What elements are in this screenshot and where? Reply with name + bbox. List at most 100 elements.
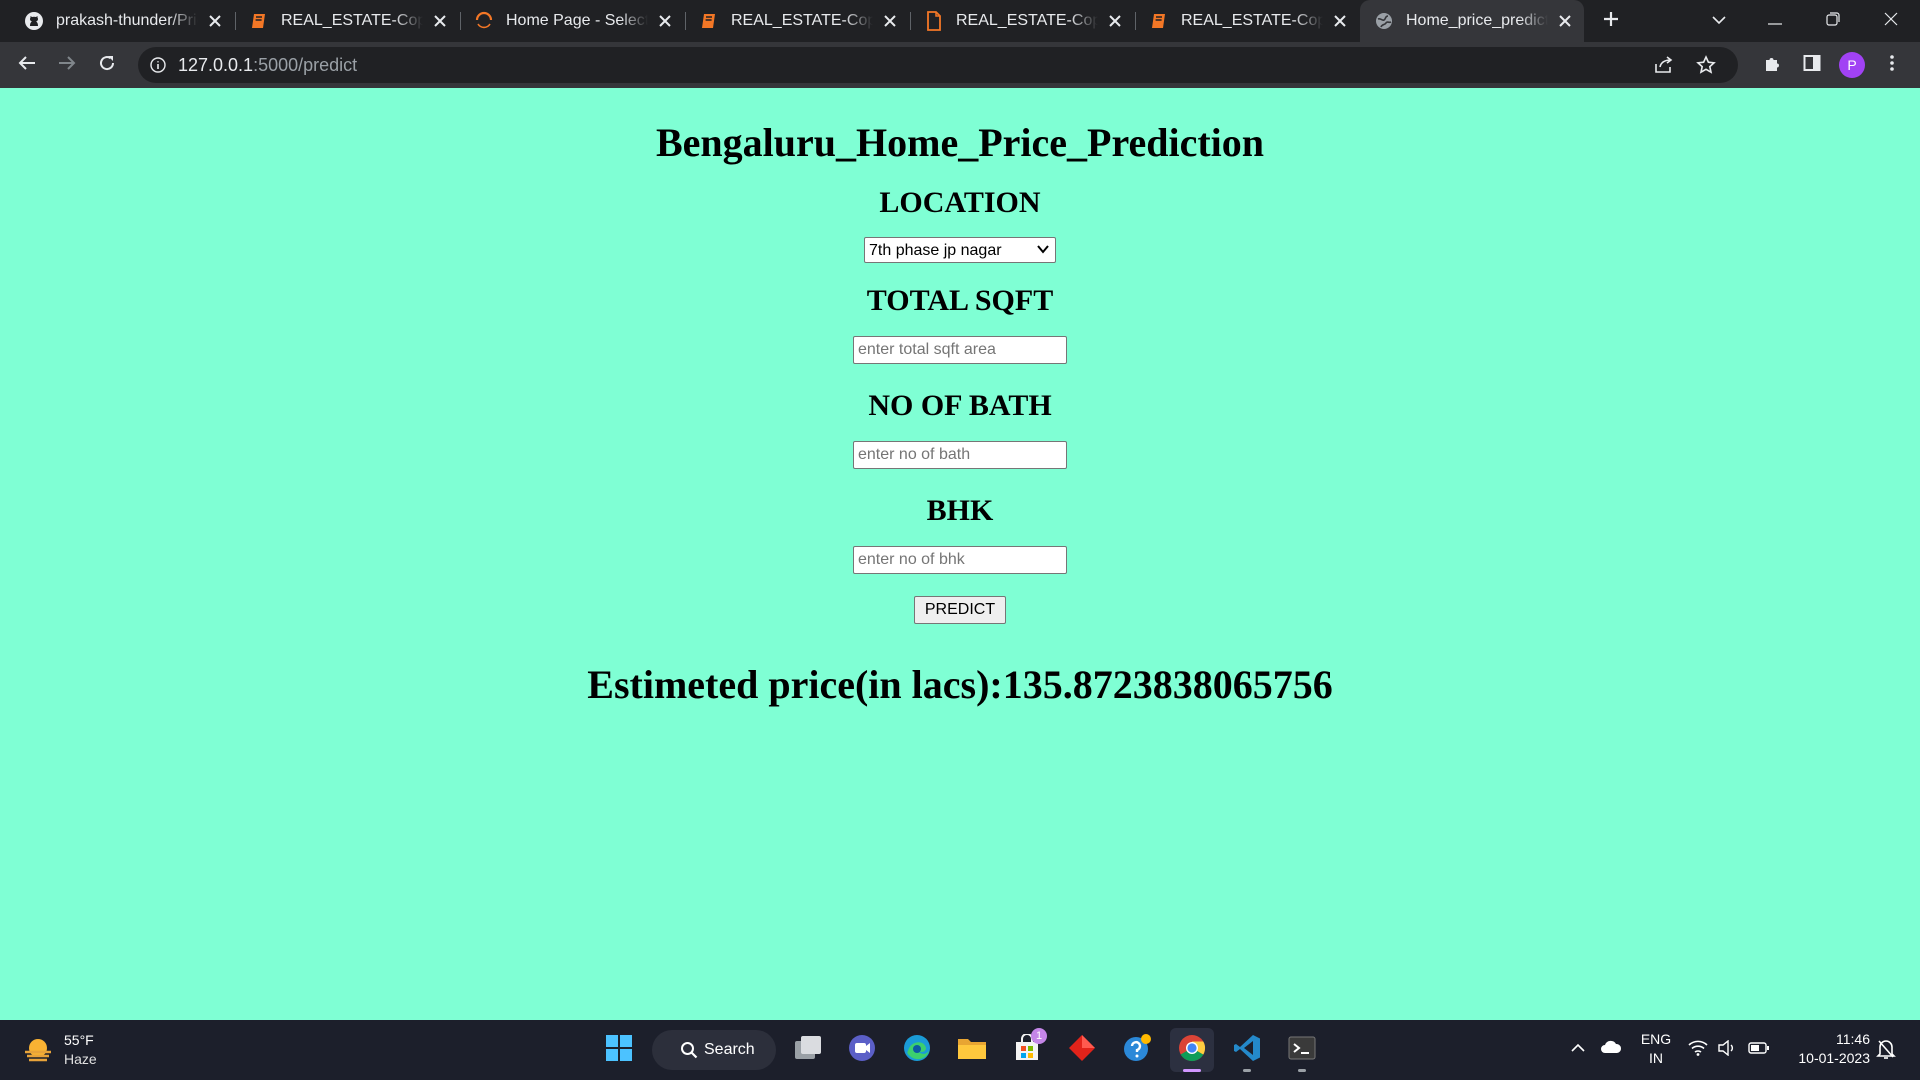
close-icon[interactable] — [1106, 12, 1124, 30]
tab-title: Home_price_predictio — [1406, 12, 1548, 29]
url-path: :5000/predict — [253, 54, 358, 75]
globe-icon — [1374, 11, 1394, 31]
clock-time: 11:46 — [1836, 1031, 1870, 1047]
side-panel-button[interactable] — [1794, 47, 1830, 83]
chevron-up-icon — [1570, 1040, 1586, 1058]
terminal-icon — [1288, 1036, 1316, 1065]
notification-badge: 1 — [1031, 1028, 1047, 1044]
predict-button[interactable]: PREDICT — [913, 596, 1007, 624]
sqft-label: TOTAL SQFT — [866, 284, 1054, 317]
cloud-icon — [1600, 1040, 1622, 1059]
new-tab-button[interactable] — [1588, 0, 1634, 42]
kebab-menu-icon — [1890, 54, 1894, 76]
weather-widget[interactable]: 55°F Haze — [22, 1030, 142, 1070]
bhk-row — [0, 545, 1920, 575]
app-button-red[interactable] — [1060, 1028, 1104, 1072]
tab-real-estate-2[interactable]: REAL_ESTATE-Copy1 - — [685, 0, 909, 42]
reload-icon — [98, 54, 116, 77]
close-icon[interactable] — [431, 12, 449, 30]
tab-title: REAL_ESTATE-Copy1 - — [1181, 12, 1323, 29]
language-top: ENG — [1640, 1031, 1672, 1047]
clock[interactable]: 11:46 10-01-2023 — [1786, 1030, 1870, 1070]
extensions-button[interactable] — [1754, 47, 1790, 83]
notifications-button[interactable] — [1876, 1038, 1896, 1065]
menu-button[interactable] — [1874, 47, 1910, 83]
tab-title: prakash-thunder/Price — [56, 12, 198, 29]
back-button[interactable] — [9, 47, 45, 83]
file-explorer-button[interactable] — [950, 1028, 994, 1072]
help-icon — [1122, 1033, 1152, 1068]
store-button[interactable]: 1 — [1005, 1028, 1049, 1072]
weather-desc: Haze — [64, 1051, 97, 1067]
tab-home-price-prediction[interactable]: Home_price_predictio — [1360, 0, 1584, 42]
jupyter-notebook-icon — [699, 11, 719, 31]
onedrive-button[interactable] — [1600, 1040, 1622, 1059]
plus-icon — [1602, 10, 1620, 33]
folder-icon — [957, 1035, 987, 1066]
jupyter-loading-icon — [474, 11, 494, 31]
browser-toolbar: 127.0.0.1:5000/predict P — [0, 42, 1920, 88]
tab-real-estate-file[interactable]: REAL_ESTATE-Copy1.i — [910, 0, 1134, 42]
weather-temp: 55°F — [64, 1032, 94, 1048]
share-icon[interactable] — [1654, 56, 1674, 74]
vscode-button[interactable] — [1225, 1028, 1269, 1072]
bhk-input[interactable] — [853, 546, 1067, 574]
taskbar-search[interactable]: Search — [652, 1030, 776, 1070]
restore-button[interactable] — [1810, 0, 1856, 42]
info-icon[interactable] — [150, 57, 166, 73]
task-view-icon — [794, 1035, 822, 1066]
active-indicator — [1183, 1069, 1201, 1072]
red-diamond-app-icon — [1068, 1034, 1096, 1067]
close-icon[interactable] — [1556, 12, 1574, 30]
close-icon[interactable] — [881, 12, 899, 30]
address-bar[interactable]: 127.0.0.1:5000/predict — [138, 47, 1738, 83]
close-icon[interactable] — [656, 12, 674, 30]
star-icon[interactable] — [1696, 55, 1716, 75]
tab-real-estate-3[interactable]: REAL_ESTATE-Copy1 - — [1135, 0, 1359, 42]
edge-button[interactable] — [895, 1028, 939, 1072]
avatar: P — [1839, 52, 1865, 78]
sqft-input[interactable] — [853, 336, 1067, 364]
tab-title: Home Page - Select o — [506, 12, 648, 29]
location-select[interactable]: 7th phase jp nagar — [864, 237, 1056, 263]
terminal-button[interactable] — [1280, 1028, 1324, 1072]
restore-icon — [1826, 11, 1840, 31]
github-icon — [24, 11, 44, 31]
chrome-button[interactable] — [1170, 1028, 1214, 1072]
teams-chat-button[interactable] — [840, 1028, 884, 1072]
file-icon — [924, 11, 944, 31]
jupyter-notebook-icon — [249, 11, 269, 31]
close-icon[interactable] — [206, 12, 224, 30]
arrow-left-icon — [18, 55, 36, 76]
tab-search-button[interactable] — [1696, 0, 1742, 42]
page-title: Bengaluru_Home_Price_Prediction — [655, 120, 1265, 165]
page-content: Bengaluru_Home_Price_Prediction LOCATION… — [0, 88, 1920, 1020]
start-button[interactable] — [597, 1028, 641, 1072]
tab-title: REAL_ESTATE-Copy1 - — [281, 12, 423, 29]
window-close-button[interactable] — [1868, 0, 1914, 42]
volume-icon — [1718, 1040, 1736, 1056]
tray-overflow-button[interactable] — [1570, 1040, 1586, 1058]
bath-input[interactable] — [853, 441, 1067, 469]
url-host: 127.0.0.1 — [178, 54, 254, 75]
minimize-button[interactable] — [1752, 0, 1798, 42]
predict-row: PREDICT — [0, 595, 1920, 625]
windows-logo-icon — [605, 1034, 633, 1067]
tab-strip: prakash-thunder/Price REAL_ESTATE-Copy1 … — [0, 0, 1920, 42]
clock-date: 10-01-2023 — [1798, 1050, 1870, 1066]
reload-button[interactable] — [89, 47, 125, 83]
tab-home-page[interactable]: Home Page - Select o — [460, 0, 684, 42]
search-icon — [680, 1041, 698, 1059]
close-icon[interactable] — [1331, 12, 1349, 30]
tab-github[interactable]: prakash-thunder/Price — [10, 0, 234, 42]
weather-haze-icon — [22, 1034, 54, 1071]
task-view-button[interactable] — [786, 1028, 830, 1072]
forward-button[interactable] — [49, 47, 85, 83]
running-indicator — [1298, 1069, 1306, 1072]
language-indicator[interactable]: ENG IN — [1634, 1030, 1678, 1070]
help-app-button[interactable] — [1115, 1028, 1159, 1072]
tab-real-estate-1[interactable]: REAL_ESTATE-Copy1 - — [235, 0, 459, 42]
edge-icon — [902, 1033, 932, 1068]
network-volume-battery[interactable] — [1688, 1038, 1776, 1062]
profile-button[interactable]: P — [1834, 47, 1870, 83]
